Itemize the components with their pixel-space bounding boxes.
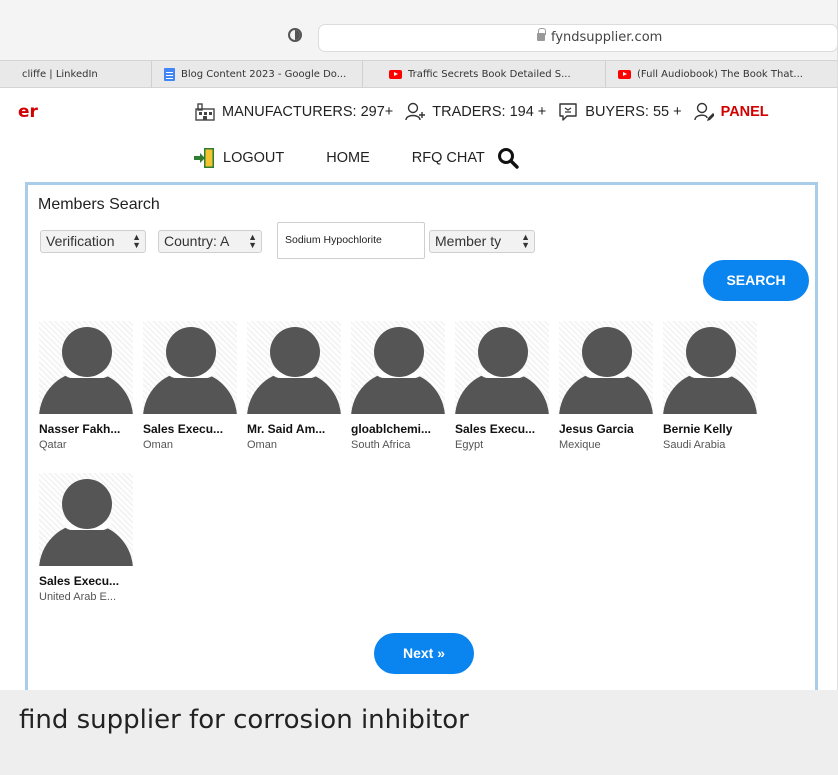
member-name[interactable]: Sales Execu... xyxy=(39,574,139,588)
members-search-panel: Members Search Verification ▲ ▼ Country: … xyxy=(25,182,818,690)
caption-text: find supplier for corrosion inhibitor xyxy=(19,705,469,735)
logout-icon xyxy=(194,148,214,168)
chat-icon xyxy=(559,103,577,121)
member-card[interactable]: Mr. Said Am... Oman xyxy=(247,321,347,451)
member-card[interactable]: Sales Execu... United Arab E... xyxy=(39,473,139,603)
member-card[interactable]: Sales Execu... Egypt xyxy=(455,321,555,451)
main-nav: LOGOUT HOME RFQ CHAT xyxy=(193,144,519,172)
member-name[interactable]: Jesus Garcia xyxy=(559,422,659,436)
tab-blog-content[interactable]: Blog Content 2023 - Google Do... xyxy=(152,61,363,88)
panel-title: Members Search xyxy=(38,196,160,213)
tab-linkedin[interactable]: cliffe | LinkedIn xyxy=(0,61,152,88)
member-country: South Africa xyxy=(351,439,411,451)
member-country: United Arab E... xyxy=(39,591,117,603)
member-name[interactable]: gloablchemi... xyxy=(351,422,451,436)
tab-title: (Full Audiobook) The Book That... xyxy=(637,69,803,80)
member-country: Qatar xyxy=(39,439,67,451)
member-country: Oman xyxy=(247,439,277,451)
logout-link[interactable]: LOGOUT xyxy=(193,147,284,169)
search-input-value: Sodium Hypochlorite xyxy=(285,234,382,246)
member-card[interactable]: Nasser Fakh... Qatar xyxy=(39,321,139,451)
tab-audiobook[interactable]: (Full Audiobook) The Book That... xyxy=(606,61,837,88)
stat-traders[interactable]: TRADERS: 194 + xyxy=(405,102,546,122)
search-input[interactable]: Sodium Hypochlorite xyxy=(277,222,425,259)
url-text: fyndsupplier.com xyxy=(551,30,663,45)
factory-icon xyxy=(195,103,215,121)
search-icon[interactable] xyxy=(497,147,519,169)
address-bar[interactable]: fyndsupplier.com xyxy=(318,24,837,52)
member-name[interactable]: Nasser Fakh... xyxy=(39,422,139,436)
member-type-select[interactable]: Member ty ▲ ▼ xyxy=(429,230,535,253)
stat-buyers[interactable]: BUYERS: 55 + xyxy=(558,102,682,122)
avatar[interactable] xyxy=(143,321,237,414)
stat-manufacturers[interactable]: MANUFACTURERS: 297+ xyxy=(195,103,393,121)
member-name[interactable]: Bernie Kelly xyxy=(663,422,763,436)
search-button[interactable]: SEARCH xyxy=(703,260,809,301)
browser-toolbar: fyndsupplier.com xyxy=(0,0,837,60)
avatar[interactable] xyxy=(39,473,133,566)
member-card[interactable]: Jesus Garcia Mexique xyxy=(559,321,659,451)
home-link[interactable]: HOME xyxy=(326,150,370,166)
stat-manufacturers-label: MANUFACTURERS: 297+ xyxy=(222,104,394,120)
tracking-protection-icon[interactable] xyxy=(288,28,302,42)
panel-link[interactable]: PANEL xyxy=(693,102,769,122)
verification-select[interactable]: Verification ▲ ▼ xyxy=(40,230,146,253)
tab-title: Blog Content 2023 - Google Do... xyxy=(181,69,347,80)
avatar[interactable] xyxy=(663,321,757,414)
member-name[interactable]: Sales Execu... xyxy=(143,422,243,436)
member-card[interactable]: Sales Execu... Oman xyxy=(143,321,243,451)
next-page-button[interactable]: Next » xyxy=(374,633,474,674)
tab-traffic-secrets[interactable]: Traffic Secrets Book Detailed S... xyxy=(363,61,606,88)
google-docs-icon xyxy=(164,67,175,81)
member-name[interactable]: Sales Execu... xyxy=(455,422,555,436)
verification-select-value: Verification xyxy=(46,233,115,249)
member-country: Saudi Arabia xyxy=(663,439,726,451)
browser-window: fyndsupplier.com cliffe | LinkedIn Blog … xyxy=(0,0,838,690)
avatar[interactable] xyxy=(351,321,445,414)
country-select-value: Country: A xyxy=(164,233,230,249)
lock-icon xyxy=(537,28,546,41)
member-country: Egypt xyxy=(455,439,484,451)
member-country: Mexique xyxy=(559,439,601,451)
youtube-icon xyxy=(618,69,631,79)
stat-traders-label: TRADERS: 194 + xyxy=(432,104,547,120)
user-edit-icon xyxy=(693,102,714,121)
member-country: Oman xyxy=(143,439,173,451)
bookmarks-bar: cliffe | LinkedIn Blog Content 2023 - Go… xyxy=(0,60,837,88)
member-name[interactable]: Mr. Said Am... xyxy=(247,422,347,436)
logout-label: LOGOUT xyxy=(223,150,285,166)
rfq-chat-label: RFQ CHAT xyxy=(411,150,485,166)
member-card[interactable]: gloablchemi... South Africa xyxy=(351,321,451,451)
avatar[interactable] xyxy=(559,321,653,414)
select-arrows-icon: ▲ ▼ xyxy=(248,232,257,250)
add-user-icon xyxy=(405,102,426,121)
panel-label: PANEL xyxy=(720,104,769,120)
member-stats-bar: MANUFACTURERS: 297+ TRADERS: 194 + BUYER… xyxy=(195,100,781,124)
home-label: HOME xyxy=(326,150,370,166)
member-card[interactable]: Bernie Kelly Saudi Arabia xyxy=(663,321,763,451)
rfq-chat-link[interactable]: RFQ CHAT xyxy=(412,150,485,166)
youtube-icon xyxy=(389,69,402,79)
select-arrows-icon: ▲ ▼ xyxy=(132,232,141,250)
tab-title: Traffic Secrets Book Detailed S... xyxy=(408,69,571,80)
site-logo[interactable]: er xyxy=(18,102,38,122)
avatar[interactable] xyxy=(247,321,341,414)
tab-title: cliffe | LinkedIn xyxy=(22,69,98,80)
avatar[interactable] xyxy=(455,321,549,414)
avatar[interactable] xyxy=(39,321,133,414)
stat-buyers-label: BUYERS: 55 + xyxy=(585,104,682,120)
select-arrows-icon: ▲ ▼ xyxy=(521,232,530,250)
member-type-select-value: Member ty xyxy=(435,233,502,249)
country-select[interactable]: Country: A ▲ ▼ xyxy=(158,230,262,253)
